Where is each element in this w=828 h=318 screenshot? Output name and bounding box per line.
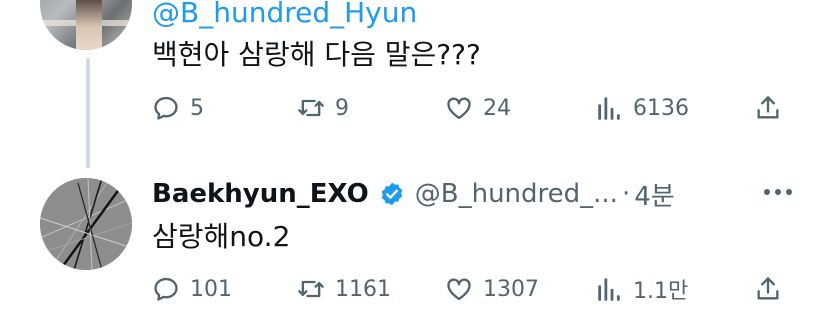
meta-separator: ·: [621, 179, 631, 209]
share-button[interactable]: [754, 91, 782, 125]
views-count: 1.1만: [633, 279, 689, 304]
views-button[interactable]: 1.1만: [595, 272, 688, 306]
reply-tweet-text: 삼랑해no.2: [152, 220, 291, 253]
parent-avatar[interactable]: [40, 0, 132, 50]
reply-header: Baekhyun_EXO @B_hundred_... · 4분: [152, 176, 675, 212]
reply-action-bar: 101 1161 1307 1.1만: [152, 272, 792, 306]
share-button[interactable]: [754, 272, 782, 306]
parent-handle[interactable]: @B_hundred_Hyun: [152, 0, 417, 30]
like-icon: [447, 97, 471, 120]
retweet-icon: [298, 99, 324, 117]
reply-button[interactable]: 5: [152, 91, 204, 125]
retweet-button[interactable]: 9: [297, 91, 349, 125]
like-button[interactable]: 24: [445, 91, 511, 125]
like-icon: [447, 278, 471, 301]
views-button[interactable]: 6136: [595, 91, 689, 125]
reply-icon: [154, 96, 178, 120]
parent-tweet-text: 백현아 삼랑해 다음 말은???: [152, 38, 481, 71]
reply-handle[interactable]: @B_hundred_...: [415, 179, 618, 209]
share-icon: [757, 96, 779, 119]
like-count: 1307: [483, 276, 539, 302]
like-button[interactable]: 1307: [445, 272, 539, 306]
views-count: 6136: [633, 95, 689, 121]
reply-count: 101: [190, 276, 232, 302]
like-count: 24: [483, 95, 511, 121]
views-icon: [598, 278, 620, 301]
retweet-button[interactable]: 1161: [297, 272, 391, 306]
views-icon: [598, 97, 620, 120]
reply-count: 5: [190, 95, 204, 121]
reply-button[interactable]: 101: [152, 272, 232, 306]
reply-avatar[interactable]: [40, 178, 132, 270]
timestamp[interactable]: 4분: [634, 176, 674, 213]
more-options-icon: [764, 189, 770, 195]
more-options-button[interactable]: [758, 180, 798, 204]
retweet-icon: [298, 280, 324, 298]
verified-badge-icon: [381, 182, 403, 206]
retweet-count: 9: [335, 95, 349, 121]
display-name[interactable]: Baekhyun_EXO: [152, 179, 369, 209]
reply-icon: [154, 277, 178, 301]
retweet-count: 1161: [335, 276, 391, 302]
thread-connector-line: [86, 58, 90, 168]
parent-action-bar: 5 9 24 6136: [152, 91, 792, 125]
share-icon: [757, 277, 779, 300]
